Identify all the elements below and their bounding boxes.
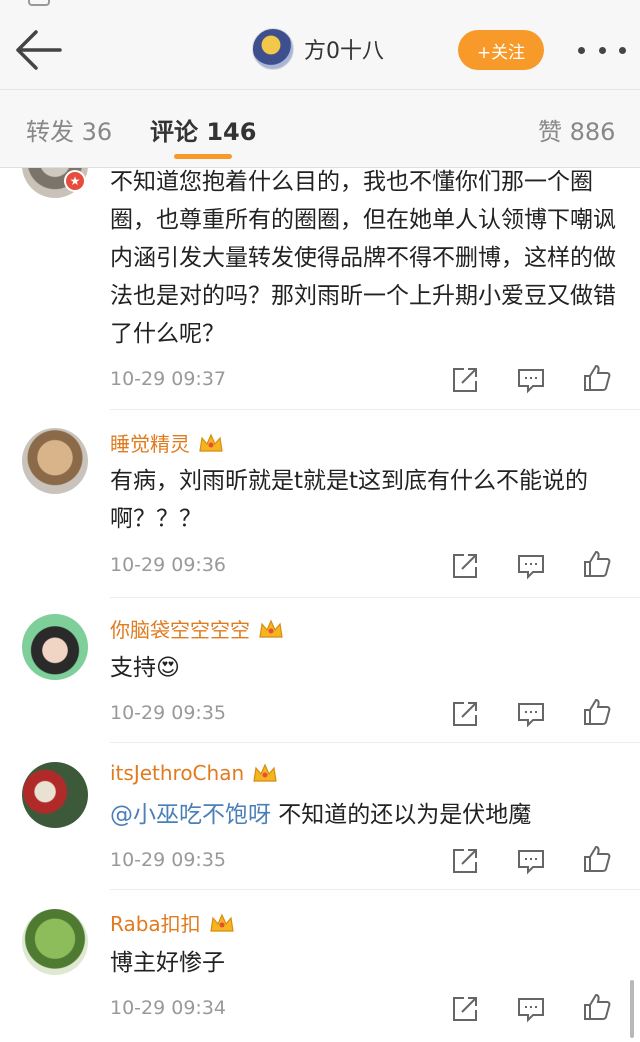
top-navigation-bar: 方0十八 +关注 xyxy=(0,10,640,90)
comment-icon[interactable] xyxy=(516,994,546,1024)
avatar[interactable] xyxy=(22,762,88,828)
tab-bar: 转发 36 评论 146 赞 886 xyxy=(0,90,640,168)
comment-username[interactable]: Raba扣扣 xyxy=(110,908,235,937)
divider xyxy=(110,889,640,890)
comment-text: @小巫吃不饱呀 不知道的还以为是伏地魔 xyxy=(110,796,618,834)
avatar[interactable] xyxy=(22,909,88,975)
username-text: itsJethroChan xyxy=(110,761,245,785)
crown-icon xyxy=(199,433,223,452)
comment-time: 10-29 09:37 xyxy=(110,368,227,390)
comment-icon[interactable] xyxy=(516,551,546,581)
share-icon[interactable] xyxy=(450,994,480,1024)
like-icon[interactable] xyxy=(582,549,612,579)
verified-badge-icon: ★ xyxy=(64,170,86,192)
comment-text-content: 不知道的还以为是伏地魔 xyxy=(271,802,532,828)
comment-time: 10-29 09:35 xyxy=(110,849,227,871)
comment-list: ★ 不知道您抱着什么目的，我也不懂你们那一个圈圈，也尊重所有的圈圈，但在她单人认… xyxy=(0,168,640,1042)
comment-text: 支持😍 xyxy=(110,649,618,687)
like-icon[interactable] xyxy=(582,992,612,1022)
comment-text-content: 支持 xyxy=(110,655,156,681)
comment-time: 10-29 09:36 xyxy=(110,554,227,576)
crown-icon xyxy=(253,763,277,782)
crown-icon xyxy=(209,913,234,932)
comment-time: 10-29 09:34 xyxy=(110,997,227,1019)
tab-comments[interactable]: 评论 146 xyxy=(150,112,256,147)
scrollbar[interactable] xyxy=(630,980,634,1038)
comment-icon[interactable] xyxy=(516,699,546,729)
heart-eyes-emoji-icon: 😍 xyxy=(156,655,180,681)
mention-link[interactable]: @小巫吃不饱呀 xyxy=(110,802,271,828)
share-icon[interactable] xyxy=(450,551,480,581)
divider xyxy=(110,742,640,743)
comment-username[interactable]: itsJethroChan xyxy=(110,761,278,785)
tab-reposts[interactable]: 转发 36 xyxy=(26,112,112,147)
back-arrow-icon[interactable] xyxy=(14,28,64,72)
share-icon[interactable] xyxy=(450,846,480,876)
comment-text: 有病，刘雨昕就是t就是t这到底有什么不能说的啊？？？ xyxy=(110,468,589,532)
comment-username[interactable]: 睡觉精灵 xyxy=(110,428,224,457)
comment-text: 不知道您抱着什么目的，我也不懂你们那一个圈圈，也尊重所有的圈圈，但在她单人认领博… xyxy=(110,169,616,347)
avatar[interactable] xyxy=(22,428,88,494)
like-icon[interactable] xyxy=(582,697,612,727)
comment-text: 博主好惨子 xyxy=(110,950,225,976)
like-icon[interactable] xyxy=(582,844,612,874)
username-text: 睡觉精灵 xyxy=(110,432,190,456)
avatar[interactable] xyxy=(252,28,294,70)
more-dots-icon[interactable] xyxy=(578,40,626,60)
tab-active-indicator xyxy=(174,154,232,159)
share-icon[interactable] xyxy=(450,365,480,395)
divider xyxy=(110,597,640,598)
avatar[interactable] xyxy=(22,614,88,680)
comment-username[interactable]: 你脑袋空空空空 xyxy=(110,614,284,643)
crown-icon xyxy=(259,619,283,638)
username-text: 你脑袋空空空空 xyxy=(110,618,250,642)
comment-icon[interactable] xyxy=(516,365,546,395)
like-icon[interactable] xyxy=(582,363,612,393)
page-title: 方0十八 xyxy=(304,39,384,64)
status-bar xyxy=(0,0,640,10)
profile-title[interactable]: 方0十八 xyxy=(252,26,384,72)
username-text: Raba扣扣 xyxy=(110,912,201,936)
share-icon[interactable] xyxy=(450,699,480,729)
comment-time: 10-29 09:35 xyxy=(110,702,227,724)
tab-likes[interactable]: 赞 886 xyxy=(538,112,615,147)
status-icon xyxy=(28,0,50,6)
follow-button[interactable]: +关注 xyxy=(458,30,544,70)
comment-icon[interactable] xyxy=(516,846,546,876)
divider xyxy=(110,409,640,410)
